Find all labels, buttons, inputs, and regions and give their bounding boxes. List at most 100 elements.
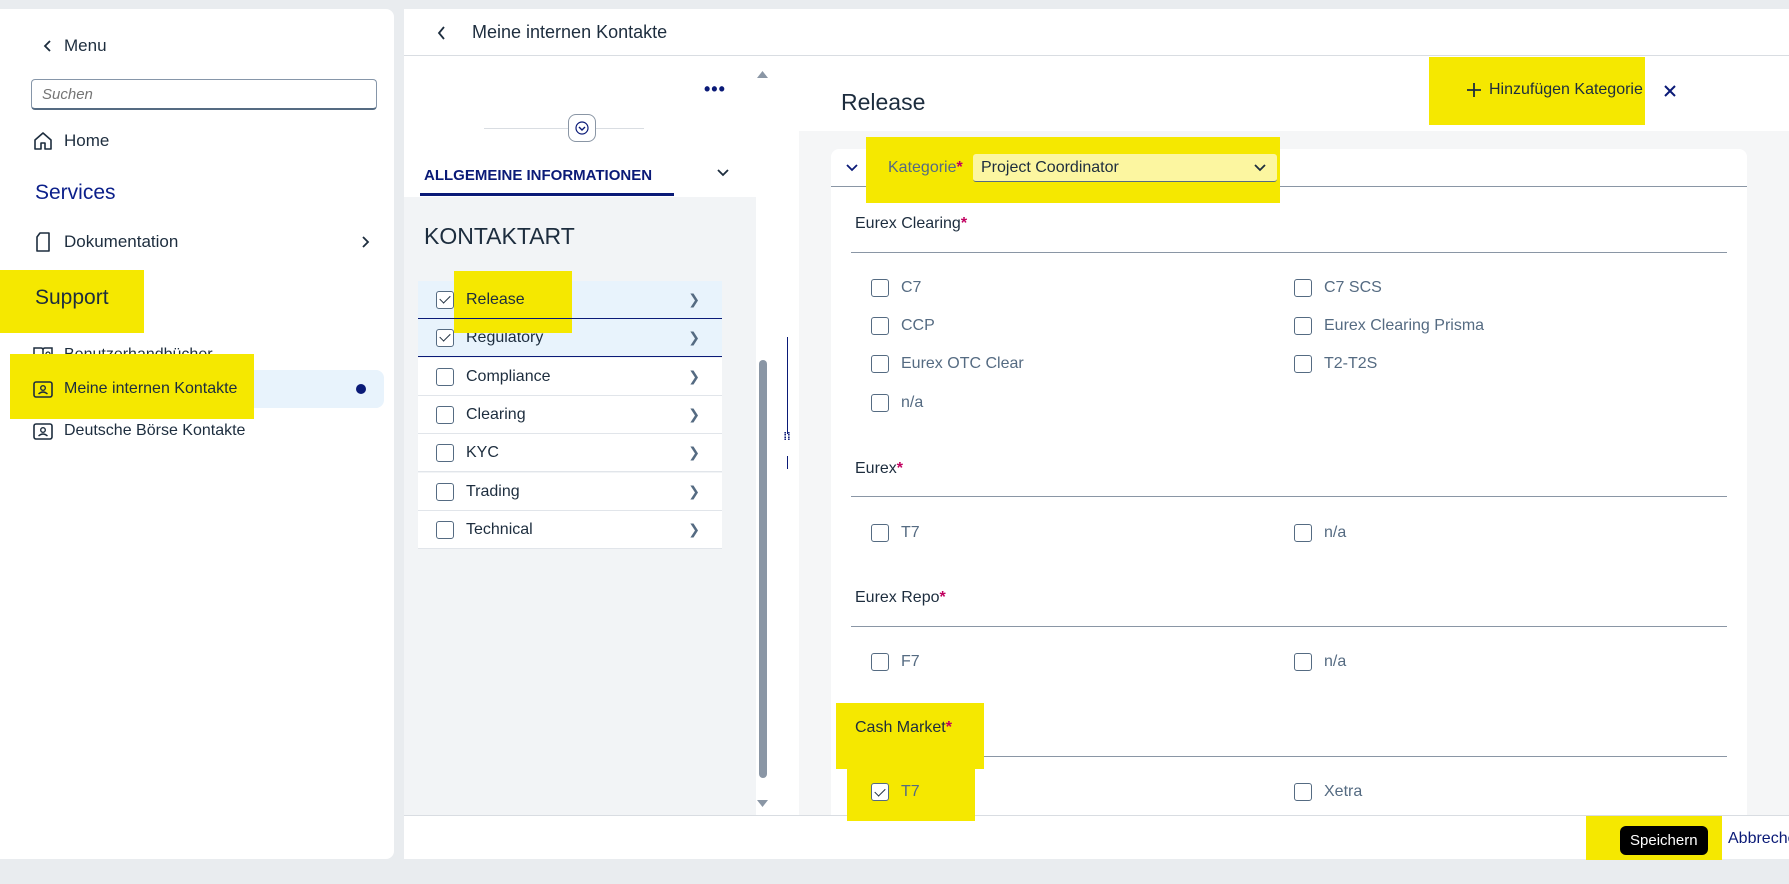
- section-divider: [851, 626, 1727, 627]
- option-checkbox[interactable]: [1294, 524, 1312, 542]
- scrollbar-thumb[interactable]: [759, 360, 767, 778]
- release-editor-pane: Release Hinzufügen Kategorie Kategorie* …: [799, 57, 1789, 829]
- option-ccp[interactable]: CCP: [871, 317, 935, 335]
- more-options-icon[interactable]: •••: [704, 79, 726, 100]
- option-eurex-otc-clear[interactable]: Eurex OTC Clear: [871, 355, 1024, 373]
- option-checkbox[interactable]: [1294, 783, 1312, 801]
- option-checkbox[interactable]: [871, 653, 889, 671]
- sidebar-item-label: Home: [64, 131, 110, 150]
- option-checkbox[interactable]: [1294, 653, 1312, 671]
- chevron-right-icon: ❯: [688, 406, 700, 422]
- category-label: Trading: [466, 482, 520, 500]
- editor-title: Release: [841, 89, 926, 115]
- cancel-button[interactable]: Abbreche: [1728, 830, 1789, 848]
- chevron-down-icon: [1254, 164, 1266, 172]
- section-divider: [851, 252, 1727, 253]
- back-chevron-icon[interactable]: [436, 25, 448, 41]
- main-panel: Meine internen Kontakte ••• ALLGEMEINE I…: [404, 9, 1789, 860]
- option-checkbox[interactable]: [1294, 317, 1312, 335]
- option-checkbox[interactable]: [871, 524, 889, 542]
- option-t2-t2s[interactable]: T2-T2S: [1294, 355, 1377, 373]
- sidebar-item-label: Dokumentation: [64, 232, 179, 251]
- section-title-eurex: Eurex*: [855, 460, 904, 477]
- kategorie-select-value: Project Coordinator: [981, 158, 1119, 176]
- category-label: Release: [466, 290, 525, 308]
- option-checkbox[interactable]: [871, 783, 889, 801]
- tab-underline: [420, 193, 674, 196]
- menu-label: Menu: [64, 36, 107, 55]
- option-checkbox[interactable]: [871, 279, 889, 297]
- menu-back-button[interactable]: Menu: [42, 36, 107, 56]
- chevron-right-icon: ❯: [688, 368, 700, 384]
- option-eurex-clearing-prisma[interactable]: Eurex Clearing Prisma: [1294, 317, 1484, 335]
- category-checkbox[interactable]: [436, 405, 454, 424]
- category-card: Kategorie* Project Coordinator Eurex Cle…: [831, 137, 1747, 829]
- add-category-button[interactable]: Hinzufügen Kategorie: [1465, 81, 1643, 99]
- kategorie-select[interactable]: Project Coordinator: [973, 154, 1277, 182]
- category-row-kyc[interactable]: KYC ❯: [418, 434, 722, 472]
- option-c7-scs[interactable]: C7 SCS: [1294, 279, 1382, 297]
- close-icon[interactable]: [1662, 83, 1678, 99]
- sidebar-item-meine-internen-kontakte[interactable]: Meine internen Kontakte: [22, 370, 384, 408]
- chevron-right-icon: ❯: [688, 483, 700, 499]
- option-checkbox[interactable]: [1294, 355, 1312, 373]
- section-title-kontaktart: KONTAKTART: [424, 223, 575, 249]
- option-checkbox[interactable]: [871, 355, 889, 373]
- option-cash-t7[interactable]: T7: [871, 783, 920, 801]
- footer-bar: Speichern Abbreche: [404, 815, 1789, 860]
- chevron-left-icon: [43, 40, 51, 52]
- category-row-compliance[interactable]: Compliance ❯: [418, 358, 722, 396]
- expand-header-button[interactable]: [568, 114, 596, 142]
- divider: [484, 128, 644, 129]
- chevron-down-icon[interactable]: [716, 167, 730, 179]
- add-category-label: Hinzufügen Kategorie: [1489, 81, 1643, 98]
- scrollbar-track[interactable]: [756, 57, 769, 817]
- page-title: Meine internen Kontakte: [472, 22, 668, 42]
- category-checkbox[interactable]: [436, 520, 454, 539]
- option-checkbox[interactable]: [871, 317, 889, 335]
- category-checkbox[interactable]: [436, 367, 454, 386]
- chevron-down-icon: [575, 121, 589, 135]
- category-row-release[interactable]: Release ❯: [418, 281, 722, 319]
- category-checkbox[interactable]: [436, 443, 454, 462]
- category-label: KYC: [466, 443, 499, 461]
- category-row-clearing[interactable]: Clearing ❯: [418, 396, 722, 434]
- collapse-chevron-icon[interactable]: [845, 162, 859, 174]
- sidebar-item-label: Deutsche Börse Kontakte: [64, 422, 246, 439]
- category-label: Clearing: [466, 405, 526, 423]
- save-button[interactable]: Speichern: [1620, 826, 1708, 855]
- option-na[interactable]: n/a: [1294, 653, 1346, 671]
- kategorie-label: Kategorie*: [888, 159, 963, 176]
- sidebar-item-label: Meine internen Kontakte: [64, 380, 238, 397]
- category-checkbox[interactable]: [436, 328, 454, 347]
- category-label: Technical: [466, 520, 533, 538]
- pane-splitter[interactable]: ⁞⁞: [769, 57, 803, 817]
- contact-card-icon: [30, 418, 56, 444]
- scroll-up-icon[interactable]: [756, 69, 769, 79]
- scroll-down-icon[interactable]: [756, 799, 769, 809]
- category-checkbox[interactable]: [436, 290, 454, 309]
- chevron-right-icon: ❯: [688, 329, 700, 345]
- support-title: Support: [35, 286, 109, 309]
- search-input[interactable]: [31, 79, 377, 110]
- category-checkbox[interactable]: [436, 482, 454, 501]
- category-row-technical[interactable]: Technical ❯: [418, 511, 722, 549]
- sidebar-item-dokumentation[interactable]: Dokumentation: [22, 223, 384, 261]
- option-c7[interactable]: C7: [871, 279, 921, 297]
- drag-handle-icon[interactable]: ⁞⁞: [781, 432, 793, 456]
- active-indicator-dot: [356, 384, 366, 394]
- home-icon: [30, 128, 56, 154]
- category-row-trading[interactable]: Trading ❯: [418, 473, 722, 511]
- option-checkbox[interactable]: [871, 394, 889, 412]
- option-xetra[interactable]: Xetra: [1294, 783, 1362, 801]
- plus-icon: [1467, 83, 1481, 97]
- option-na[interactable]: n/a: [871, 394, 923, 412]
- option-checkbox[interactable]: [1294, 279, 1312, 297]
- contact-detail-pane: ••• ALLGEMEINE INFORMATIONEN KONTAKTART …: [404, 57, 756, 817]
- chevron-right-icon: ❯: [688, 521, 700, 537]
- option-na[interactable]: n/a: [1294, 524, 1346, 542]
- option-f7[interactable]: F7: [871, 653, 920, 671]
- sidebar-item-home[interactable]: Home: [22, 122, 384, 160]
- tab-allgemeine-informationen[interactable]: ALLGEMEINE INFORMATIONEN: [424, 167, 652, 184]
- option-t7[interactable]: T7: [871, 524, 920, 542]
